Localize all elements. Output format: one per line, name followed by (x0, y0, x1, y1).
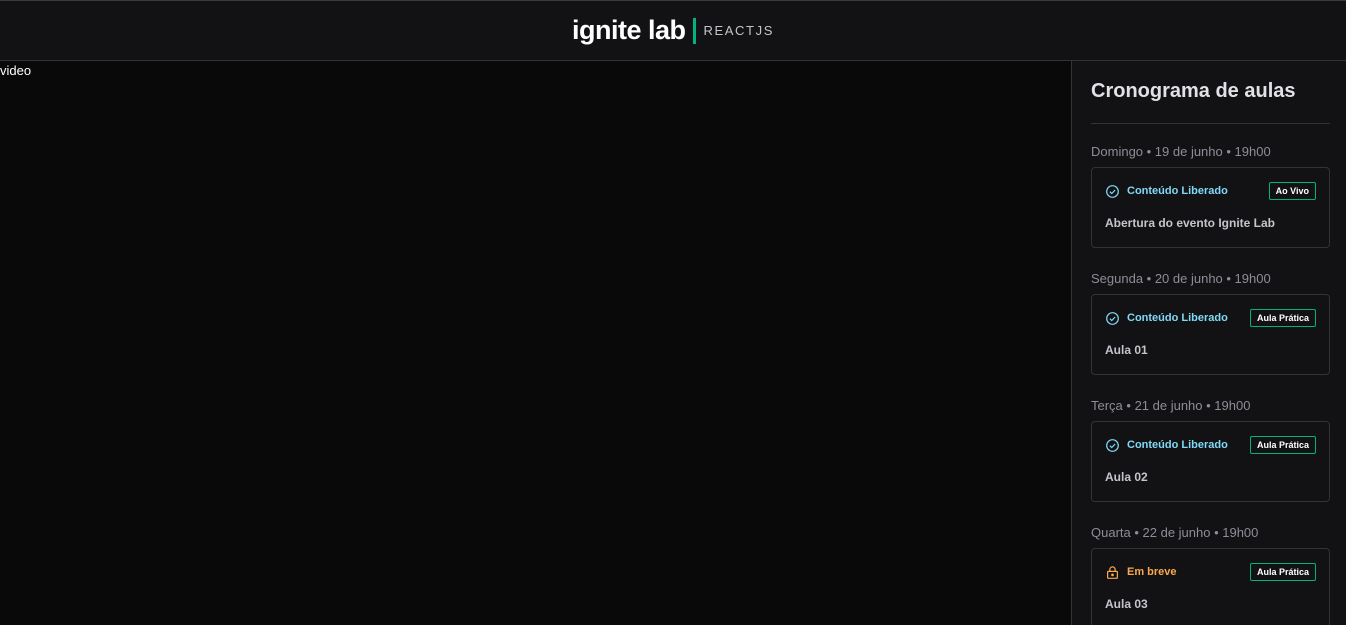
video-area[interactable]: video (0, 61, 1071, 625)
lesson-date: Segunda • 20 de junho • 19h00 (1091, 271, 1271, 286)
lesson-title: Aula 01 (1105, 343, 1148, 357)
check-circle-icon (1106, 438, 1119, 452)
lesson-status: Em breve (1105, 565, 1177, 580)
lesson-item[interactable]: Terça • 21 de junho • 19h00 Conteúdo Lib… (1091, 398, 1330, 502)
lesson-title: Abertura do evento Ignite Lab (1105, 216, 1276, 230)
schedule-title: Cronograma de aulas (1091, 80, 1330, 124)
video-placeholder: video (0, 63, 32, 78)
lesson-status-label: Conteúdo Liberado (1127, 312, 1228, 324)
lesson-list: Domingo • 19 de junho • 19h00 Conteúdo L… (1091, 144, 1330, 625)
lesson-item[interactable]: Segunda • 20 de junho • 19h00 Conteúdo L… (1091, 271, 1330, 375)
app-header: ignite lab REACTJS (0, 1, 1346, 61)
lesson-badge: Ao Vivo (1268, 182, 1316, 200)
lesson-title: Aula 02 (1105, 470, 1148, 484)
lesson-status: Conteúdo Liberado (1105, 438, 1228, 453)
lesson-title: Aula 03 (1105, 597, 1148, 611)
lesson-status: Conteúdo Liberado (1105, 184, 1228, 199)
lesson-card[interactable]: Em breve Aula Prática Aula 03 (1091, 548, 1330, 625)
check-circle-icon (1106, 184, 1119, 198)
lesson-card[interactable]: Conteúdo Liberado Aula Prática Aula 02 (1091, 421, 1330, 502)
lesson-item[interactable]: Domingo • 19 de junho • 19h00 Conteúdo L… (1091, 144, 1330, 248)
logo-word: ignite lab (572, 15, 686, 45)
logo-divider (692, 17, 696, 44)
lesson-card[interactable]: Conteúdo Liberado Ao Vivo Abertura do ev… (1091, 167, 1330, 248)
lesson-status-label: Conteúdo Liberado (1127, 185, 1228, 197)
lesson-badge: Aula Prática (1249, 563, 1316, 581)
lesson-status-label: Conteúdo Liberado (1127, 439, 1228, 451)
schedule-sidebar: Cronograma de aulas Domingo • 19 de junh… (1071, 61, 1346, 625)
logo-subtitle: REACTJS (703, 23, 774, 38)
lesson-card[interactable]: Conteúdo Liberado Aula Prática Aula 01 (1091, 294, 1330, 375)
lesson-item[interactable]: Quarta • 22 de junho • 19h00 Em breve Au… (1091, 525, 1330, 625)
lesson-status: Conteúdo Liberado (1105, 311, 1228, 326)
lesson-date: Terça • 21 de junho • 19h00 (1091, 398, 1251, 413)
lesson-badge: Aula Prática (1249, 436, 1316, 454)
lesson-date: Domingo • 19 de junho • 19h00 (1091, 144, 1271, 159)
check-circle-icon (1106, 311, 1119, 325)
logo[interactable]: ignite lab REACTJS (572, 15, 774, 46)
lesson-date: Quarta • 22 de junho • 19h00 (1091, 525, 1259, 540)
lesson-badge: Aula Prática (1249, 309, 1316, 327)
lesson-status-label: Em breve (1127, 566, 1177, 578)
lock-icon (1107, 565, 1118, 579)
